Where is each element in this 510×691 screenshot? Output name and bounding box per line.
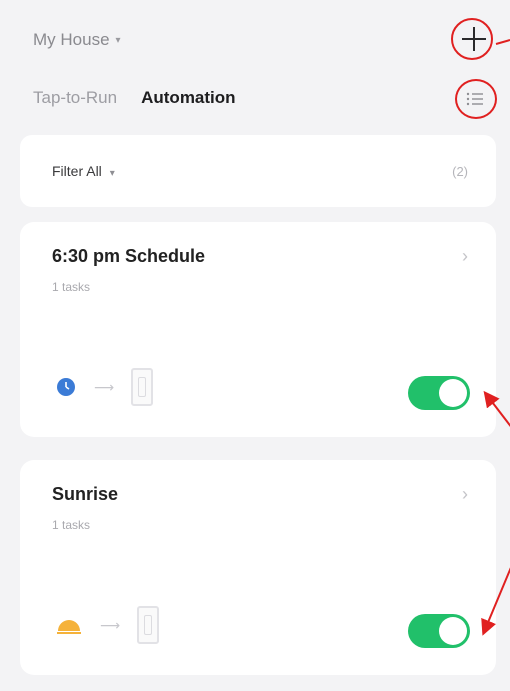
automation-task-count: 1 tasks [52,280,91,294]
automation-enable-toggle[interactable] [408,614,470,648]
clock-icon [57,378,75,396]
filter-dropdown[interactable]: Filter All ▾ [52,163,115,179]
automation-card[interactable]: Sunrise 1 tasks › ⟶ [20,460,496,675]
automation-title: 6:30 pm Schedule [52,246,206,266]
annotation-circle-add [451,18,493,60]
chevron-down-icon: ▾ [109,168,115,179]
wall-switch-icon [137,606,160,644]
top-bar: My House ▾ Tap-to-Run Automation [0,0,510,140]
chevron-right-icon: › [462,246,468,266]
automation-task-count: 1 tasks [52,518,91,532]
automation-title: Sunrise [52,484,119,504]
automation-card[interactable]: 6:30 pm Schedule 1 tasks › ⟶ [20,222,496,437]
sunrise-icon [57,620,81,634]
tab-tap-to-run[interactable]: Tap-to-Run [33,88,117,108]
automation-enable-toggle[interactable] [408,376,470,410]
chevron-right-icon: › [462,484,468,504]
automation-flow: ⟶ [56,606,160,644]
chevron-down-icon: ▾ [115,34,121,46]
filter-label: Filter All [52,163,102,179]
scene-tabs: Tap-to-Run Automation [33,88,236,108]
annotation-circle-list [455,79,497,119]
tab-automation[interactable]: Automation [141,88,235,108]
filter-bar[interactable]: Filter All ▾ (2) [20,135,496,207]
arrow-right-icon: ⟶ [100,616,120,633]
arrow-right-icon: ⟶ [94,378,114,395]
wall-switch-icon [131,368,154,406]
home-name: My House [33,30,110,49]
automation-flow: ⟶ [56,368,154,406]
automation-count: (2) [452,163,468,179]
home-selector[interactable]: My House ▾ [33,30,121,50]
